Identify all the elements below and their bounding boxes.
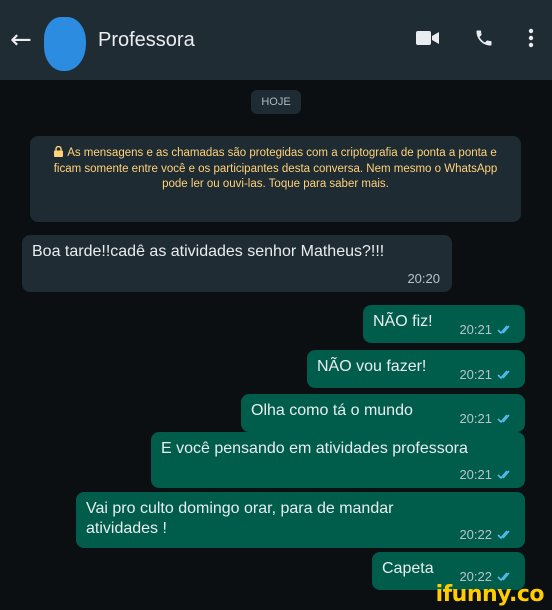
message-time: 20:22 — [459, 527, 492, 542]
arrow-left-icon[interactable]: ← — [10, 25, 40, 55]
lock-icon — [54, 145, 64, 162]
encryption-notice-text: As mensagens e as chamadas são protegida… — [53, 147, 498, 190]
message-time: 20:21 — [459, 367, 492, 382]
chat-header: ← Professora — [0, 0, 552, 80]
message-time: 20:21 — [459, 467, 492, 482]
encryption-notice[interactable]: As mensagens e as chamadas são protegida… — [30, 136, 521, 222]
contact-name[interactable]: Professora — [98, 29, 195, 52]
date-chip: HOJE — [251, 90, 301, 114]
message-time: 20:21 — [459, 322, 492, 337]
double-check-icon — [497, 324, 513, 335]
avatar[interactable] — [44, 17, 86, 71]
message-text: Boa tarde!!cadê as atividades senhor Mat… — [32, 243, 385, 260]
message-time: 20:21 — [459, 411, 492, 426]
message-bubble-outgoing[interactable]: Vai pro culto domingo orar, para de mand… — [76, 492, 525, 548]
message-text: NÃO fiz! — [373, 313, 433, 330]
message-bubble-incoming[interactable]: Boa tarde!!cadê as atividades senhor Mat… — [22, 235, 452, 292]
double-check-icon — [497, 469, 513, 480]
video-call-icon[interactable] — [416, 30, 440, 46]
message-time: 20:20 — [407, 271, 440, 286]
message-text: Capeta — [382, 560, 434, 577]
double-check-icon — [497, 529, 513, 540]
message-text: Vai pro culto domingo orar, para de mand… — [86, 500, 394, 537]
double-check-icon — [497, 413, 513, 424]
message-text: E você pensando em atividades professora — [161, 440, 468, 457]
ifunny-watermark: ifunny.co — [435, 582, 545, 607]
message-bubble-outgoing[interactable]: Olha como tá o mundo 20:21 — [241, 394, 525, 432]
message-text: Olha como tá o mundo — [251, 402, 413, 419]
message-bubble-outgoing[interactable]: NÃO fiz! 20:21 — [363, 305, 525, 343]
double-check-icon — [497, 571, 513, 582]
double-check-icon — [497, 369, 513, 380]
message-text: NÃO vou fazer! — [317, 358, 427, 375]
phone-icon[interactable] — [474, 28, 494, 48]
message-bubble-outgoing[interactable]: E você pensando em atividades professora… — [151, 432, 525, 488]
more-vert-icon[interactable] — [528, 28, 534, 48]
message-bubble-outgoing[interactable]: NÃO vou fazer! 20:21 — [307, 350, 525, 388]
